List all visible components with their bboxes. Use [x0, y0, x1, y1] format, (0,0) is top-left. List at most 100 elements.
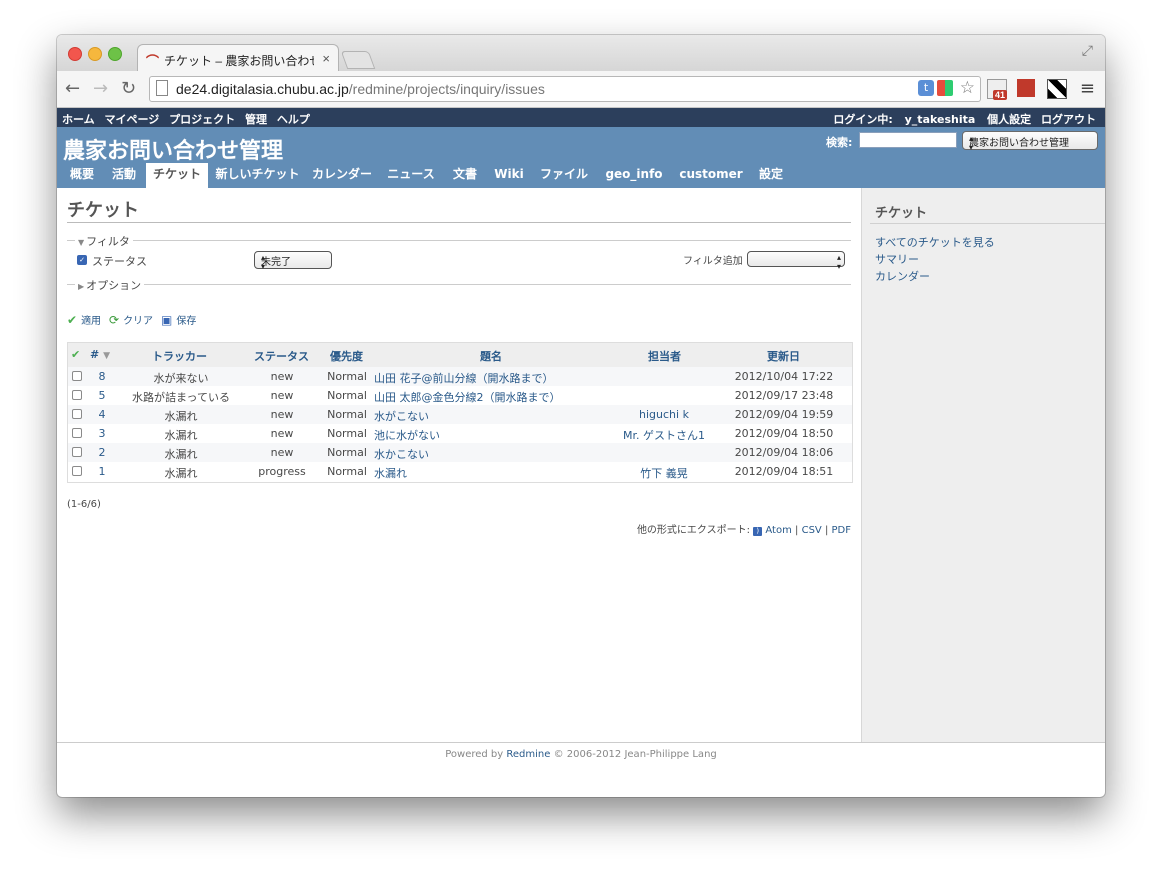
toggle-all-checkmark-icon[interactable]: ✔: [71, 348, 80, 361]
issue-id-link[interactable]: 5: [94, 389, 110, 402]
back-icon[interactable]: ←: [65, 78, 80, 99]
issue-subject-link[interactable]: 水漏れ: [374, 465, 614, 481]
issue-id-link[interactable]: 2: [94, 446, 110, 459]
window-close-button[interactable]: [68, 47, 82, 61]
table-row[interactable]: 1 水漏れ progress Normal 水漏れ 竹下 義晃 2012/09/04 18:…: [68, 462, 852, 481]
status-filter-checkbox[interactable]: ✓: [77, 255, 87, 265]
row-checkbox[interactable]: [72, 409, 82, 419]
tab-activity[interactable]: 活動: [106, 163, 142, 188]
issue-updated: 2012/09/04 18:50: [734, 427, 834, 440]
sidebar-summary-link[interactable]: サマリー: [875, 251, 919, 267]
issue-subject-link[interactable]: 水かこない: [374, 446, 614, 462]
column-priority[interactable]: 優先度: [330, 348, 363, 364]
topmenu-home-link[interactable]: ホーム: [62, 113, 95, 126]
feed-icon: ): [753, 527, 763, 536]
my-account-link[interactable]: 個人設定: [987, 113, 1031, 126]
topmenu-projects-link[interactable]: プロジェクト: [169, 113, 235, 126]
column-status[interactable]: ステータス: [254, 348, 309, 364]
issue-tracker: 水漏れ: [164, 448, 198, 461]
tumblr-extension-icon[interactable]: t: [918, 80, 934, 96]
column-subject[interactable]: 題名: [480, 348, 502, 364]
tab-overview[interactable]: 概要: [62, 163, 102, 188]
address-bar[interactable]: de24.digitalasia.chubu.ac.jp/redmine/pro…: [149, 76, 981, 102]
export-atom-link[interactable]: Atom: [765, 525, 791, 536]
status-filter-select[interactable]: 未完了 ▴ ▾: [254, 251, 332, 271]
tab-calendar[interactable]: カレンダー: [309, 163, 375, 188]
search-input[interactable]: [859, 132, 957, 148]
tab-settings[interactable]: 設定: [753, 163, 789, 188]
issue-id-link[interactable]: 1: [94, 465, 110, 478]
tab-documents[interactable]: 文書: [447, 163, 483, 188]
issue-updated: 2012/10/04 17:22: [734, 370, 834, 383]
color-extension-icon[interactable]: [937, 80, 953, 96]
topmenu-mypage-link[interactable]: マイページ: [105, 113, 160, 126]
tab-news[interactable]: ニュース: [381, 163, 441, 188]
row-checkbox[interactable]: [72, 390, 82, 400]
select-arrows-icon: ▴ ▾: [261, 253, 266, 271]
checker-extension-icon[interactable]: [1047, 79, 1067, 99]
row-checkbox[interactable]: [72, 428, 82, 438]
column-tracker[interactable]: トラッカー: [152, 348, 207, 364]
add-filter-select[interactable]: ▴ ▾: [747, 251, 845, 271]
bookmark-extension-icon[interactable]: [1017, 79, 1035, 97]
column-updated[interactable]: 更新日: [767, 348, 800, 364]
fullscreen-icon[interactable]: ⤢: [1082, 43, 1093, 59]
topmenu-help-link[interactable]: ヘルプ: [277, 113, 310, 126]
project-jump-select[interactable]: 農家お問い合わせ管理 ▴ ▾: [962, 131, 1098, 152]
footer-redmine-link[interactable]: Redmine: [506, 749, 550, 760]
table-row[interactable]: 3 水漏れ new Normal 池に水がない Mr. ゲストさん1 2012/09/04 …: [68, 424, 852, 443]
table-row[interactable]: 4 水漏れ new Normal 水がこない higuchi k 2012/09/04 19…: [68, 405, 852, 424]
browser-menu-icon[interactable]: ≡: [1080, 78, 1095, 99]
window-zoom-button[interactable]: [108, 47, 122, 61]
export-csv-link[interactable]: CSV: [802, 525, 822, 536]
column-assignee[interactable]: 担当者: [648, 348, 681, 364]
filters-legend[interactable]: ▼ フィルタ: [75, 233, 133, 249]
tab-issues[interactable]: チケット: [146, 163, 208, 188]
export-links: 他の形式にエクスポート: ) Atom | CSV | PDF: [637, 521, 851, 536]
issue-subject-link[interactable]: 水がこない: [374, 408, 614, 424]
issue-subject-link[interactable]: 池に水がない: [374, 427, 614, 443]
issue-assignee-link[interactable]: Mr. ゲストさん1: [616, 427, 712, 443]
table-row[interactable]: 2 水漏れ new Normal 水かこない 2012/09/04 18:06: [68, 443, 852, 462]
options-legend[interactable]: ▶ オプション: [75, 277, 145, 293]
username-link[interactable]: y_takeshita: [905, 113, 976, 126]
issue-subject-link[interactable]: 山田 太郎@金色分線2（開水路まで）: [374, 389, 614, 405]
row-checkbox[interactable]: [72, 371, 82, 381]
browser-tab[interactable]: ⌒ チケット – 農家お問い合わせ管 ×: [137, 44, 339, 72]
row-checkbox[interactable]: [72, 447, 82, 457]
save-query-button[interactable]: ▣ 保存: [161, 312, 196, 327]
url-text[interactable]: de24.digitalasia.chubu.ac.jp/redmine/pro…: [176, 81, 545, 97]
tab-new-issue[interactable]: 新しいチケット: [212, 163, 303, 188]
table-row[interactable]: 5 水路が詰まっている new Normal 山田 太郎@金色分線2（開水路まで） 201…: [68, 386, 852, 405]
logout-link[interactable]: ログアウト: [1041, 113, 1096, 126]
clear-button[interactable]: ⟳ クリア: [109, 312, 153, 327]
row-checkbox[interactable]: [72, 466, 82, 476]
tab-strip: ⌒ チケット – 農家お問い合わせ管 × ⤢: [57, 35, 1105, 72]
reload-icon[interactable]: ↻: [121, 78, 136, 99]
sidebar-calendar-link[interactable]: カレンダー: [875, 268, 930, 284]
issue-status: new: [270, 427, 294, 440]
tab-close-icon[interactable]: ×: [322, 51, 330, 66]
tab-files[interactable]: ファイル: [536, 163, 592, 188]
apply-button[interactable]: ✔ 適用: [67, 312, 101, 327]
new-tab-button[interactable]: [340, 51, 376, 69]
table-header: ✔ # ▼ トラッカー ステータス 優先度 題名 担当者 更新日: [68, 343, 852, 368]
tab-wiki[interactable]: Wiki: [489, 163, 529, 188]
tab-geo-info[interactable]: geo_info: [599, 163, 669, 188]
topmenu-admin-link[interactable]: 管理: [245, 113, 267, 126]
issue-id-link[interactable]: 8: [94, 370, 110, 383]
bookmark-star-icon[interactable]: ☆: [960, 78, 975, 98]
status-filter-label: ステータス: [92, 255, 147, 268]
sidebar-all-issues-link[interactable]: すべてのチケットを見る: [875, 234, 995, 250]
issue-id-link[interactable]: 3: [94, 427, 110, 440]
issue-subject-link[interactable]: 山田 花子@前山分線（開水路まで）: [374, 370, 614, 386]
column-id[interactable]: # ▼: [90, 348, 110, 361]
tab-customer[interactable]: customer: [675, 163, 747, 188]
forward-icon[interactable]: →: [93, 78, 108, 99]
issue-assignee-link[interactable]: higuchi k: [616, 408, 712, 421]
window-minimize-button[interactable]: [88, 47, 102, 61]
issue-id-link[interactable]: 4: [94, 408, 110, 421]
table-row[interactable]: 8 水が来ない new Normal 山田 花子@前山分線（開水路まで） 2012/10/…: [68, 367, 852, 386]
export-pdf-link[interactable]: PDF: [832, 525, 851, 536]
issue-assignee-link[interactable]: 竹下 義晃: [616, 465, 712, 481]
